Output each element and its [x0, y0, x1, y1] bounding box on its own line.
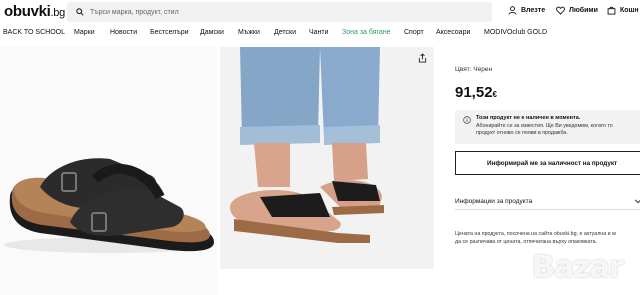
- model-illustration: [220, 47, 434, 269]
- product-price: 91,52€: [455, 84, 497, 101]
- header: obuvki.bg Влезте Любими Кошн: [0, 0, 640, 24]
- product-info-label: Информации за продукта: [455, 198, 533, 205]
- search-icon: [76, 8, 84, 16]
- notice-text-line-2: продукт отново се появи в продажба.: [476, 130, 568, 136]
- nav-item-bags[interactable]: Чанти: [309, 29, 329, 36]
- favorites-link[interactable]: Любими: [556, 6, 598, 15]
- share-button[interactable]: [418, 50, 427, 68]
- product-image-main[interactable]: [0, 47, 217, 295]
- cart-link[interactable]: Кошн: [607, 6, 639, 15]
- chevron-down-icon: [634, 199, 640, 204]
- notice-text-line-1: Абонирайте се за известия. Ще Ви уведоми…: [476, 123, 613, 129]
- category-nav: BACK TO SCHOOL Марки Новости Бестселъри …: [0, 26, 640, 40]
- heart-icon: [556, 6, 565, 15]
- nav-item-bestsellers[interactable]: Бестселъри: [150, 29, 189, 36]
- notice-title: Този продукт не е наличен в момента.: [476, 115, 581, 121]
- nav-item-brands[interactable]: Марки: [74, 29, 95, 36]
- watermark: Bazar: [532, 250, 624, 285]
- nav-item-sport[interactable]: Спорт: [404, 29, 424, 36]
- nav-item-new[interactable]: Новости: [110, 29, 137, 36]
- cart-icon: [607, 6, 616, 15]
- product-image-worn[interactable]: [220, 47, 434, 269]
- nav-item-back-to-school[interactable]: BACK TO SCHOOL: [3, 29, 65, 36]
- search-input[interactable]: [90, 8, 470, 16]
- login-link[interactable]: Влезте: [508, 6, 545, 15]
- price-disclaimer-line-1: Цената на продукта, посочена на сайта ob…: [455, 231, 616, 237]
- availability-notice: Този продукт не е наличен в момента. Або…: [455, 110, 640, 144]
- share-icon: [418, 53, 427, 63]
- nav-item-running-zone[interactable]: Зона за бягане: [342, 29, 391, 36]
- site-logo[interactable]: obuvki.bg: [4, 3, 65, 20]
- nav-item-accessories[interactable]: Аксесоари: [436, 29, 470, 36]
- search-bar[interactable]: [67, 2, 492, 22]
- nav-item-modivo-club[interactable]: MODIVOclub GOLD: [484, 29, 547, 36]
- nav-item-women[interactable]: Дамски: [200, 29, 224, 36]
- product-info-accordion[interactable]: Информации за продукта: [455, 194, 640, 210]
- sandal-illustration: [4, 158, 214, 253]
- nav-item-kids[interactable]: Детски: [274, 29, 296, 36]
- notify-availability-button[interactable]: Информирай ме за наличност на продукт: [455, 151, 640, 175]
- price-disclaimer-line-2: да се различава от цената, отпечатана въ…: [455, 239, 598, 245]
- nav-item-men[interactable]: Мъжки: [238, 29, 260, 36]
- product-color: Цвят: Черен: [455, 66, 493, 73]
- info-icon: [463, 116, 471, 124]
- user-icon: [508, 6, 517, 15]
